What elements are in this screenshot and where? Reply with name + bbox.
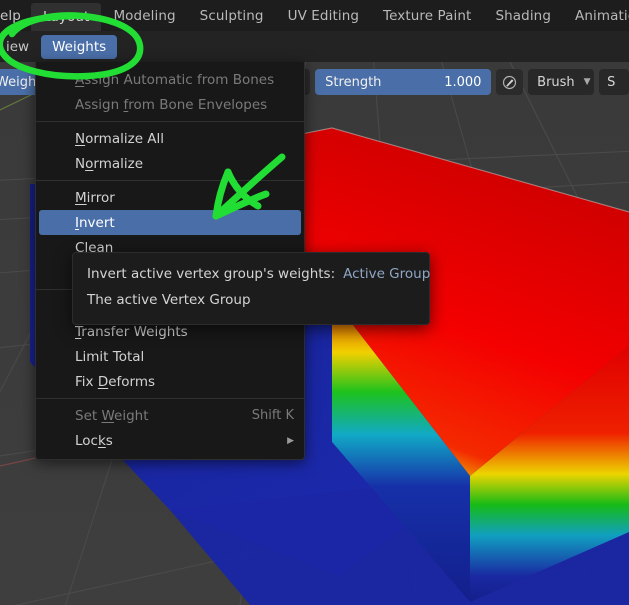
tooltip-active-group-value: Active Group <box>343 266 431 282</box>
menu-item-fix-deforms[interactable]: Fix Deforms <box>36 369 304 394</box>
blender-window: elp Layout Modeling Sculpting UV Editing… <box>0 0 629 605</box>
menu-item-label: Assign Automatic from Bones <box>75 71 275 88</box>
submenu-arrow-icon: ▶ <box>287 435 294 446</box>
tooltip-line-1: Invert active vertex group's weights: Act… <box>87 262 430 288</box>
menu-item-normalize[interactable]: Normalize <box>36 151 304 176</box>
menu-item-locks[interactable]: Locks ▶ <box>36 428 304 453</box>
strength-slider-value: 1.000 <box>444 74 482 90</box>
brush-icon <box>503 75 517 89</box>
strength-slider[interactable]: Strength 1.000 <box>315 69 492 95</box>
menu-help[interactable]: elp <box>0 0 31 31</box>
tab-shading[interactable]: Shading <box>483 0 563 31</box>
header-menu-weights[interactable]: Weights <box>41 34 118 59</box>
menu-item-label: Invert <box>75 214 115 231</box>
blend-mode-dropdown[interactable]: Brush ▼ <box>528 69 595 95</box>
tab-layout[interactable]: Layout <box>30 3 102 31</box>
menu-item-label: Assign from Bone Envelopes <box>75 96 268 113</box>
menu-item-label: Limit Total <box>75 348 145 365</box>
menu-item-label: Set Weight <box>75 407 149 424</box>
menu-item-normalize-all[interactable]: Normalize All <box>36 126 304 151</box>
menu-item-label: Normalize <box>75 155 144 172</box>
tooltip-line-2: The active Vertex Group <box>87 291 251 308</box>
menu-item-label: Transfer Weights <box>75 323 188 340</box>
next-dropdown-cutoff[interactable]: S <box>599 69 629 95</box>
menu-item-assign-automatic-from-bones[interactable]: Assign Automatic from Bones <box>36 67 304 92</box>
tab-uv-editing[interactable]: UV Editing <box>276 0 371 31</box>
menu-item-mirror[interactable]: Mirror <box>36 185 304 210</box>
chevron-down-icon: ▼ <box>583 77 591 87</box>
blend-mode-label: Brush <box>537 74 575 90</box>
header-menu-view[interactable]: iew <box>0 39 35 55</box>
menu-separator <box>36 121 304 122</box>
menu-separator <box>36 398 304 399</box>
tab-texture-paint[interactable]: Texture Paint <box>371 0 483 31</box>
strength-slider-label: Strength <box>325 74 382 90</box>
menu-item-invert[interactable]: Invert <box>39 210 301 235</box>
viewport-header: iew Weights <box>0 31 629 62</box>
next-dropdown-label: S <box>607 74 616 90</box>
menu-item-shortcut: Shift K <box>251 408 294 423</box>
invert-tooltip: Invert active vertex group's weights: Act… <box>72 252 430 326</box>
tab-sculpting[interactable]: Sculpting <box>188 0 276 31</box>
top-tab-bar: elp Layout Modeling Sculpting UV Editing… <box>0 0 629 31</box>
tab-modeling[interactable]: Modeling <box>101 0 187 31</box>
menu-item-set-weight[interactable]: Set Weight Shift K <box>36 403 304 428</box>
menu-item-limit-total[interactable]: Limit Total <box>36 344 304 369</box>
tab-animation[interactable]: Animation <box>563 0 629 31</box>
menu-item-label: Normalize All <box>75 130 165 147</box>
menu-separator <box>36 180 304 181</box>
menu-item-label: Locks <box>75 432 113 449</box>
brush-icon-right-button[interactable] <box>496 69 524 95</box>
menu-item-assign-from-bone-envelopes[interactable]: Assign from Bone Envelopes <box>36 92 304 117</box>
menu-item-label: Fix Deforms <box>75 373 156 390</box>
tooltip-description: Invert active vertex group's weights: <box>87 266 336 282</box>
menu-item-label: Mirror <box>75 189 115 206</box>
